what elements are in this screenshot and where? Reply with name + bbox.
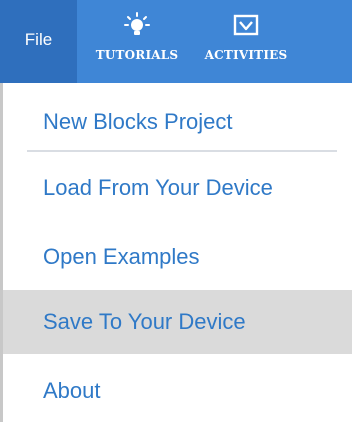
menu-item-about[interactable]: About: [3, 359, 352, 423]
file-menu-label: File: [24, 29, 53, 49]
menu-item-save-to-device[interactable]: Save To Your Device: [3, 290, 352, 354]
tutorials-label: TUTORIALS: [95, 48, 179, 62]
menu-item-label: Save To Your Device: [43, 309, 246, 334]
file-menu-button[interactable]: File: [0, 0, 77, 83]
menu-item-open-examples[interactable]: Open Examples: [3, 225, 352, 289]
tutorials-button[interactable]: TUTORIALS: [89, 0, 185, 83]
activities-button[interactable]: ACTIVITIES: [196, 0, 296, 83]
checkbox-icon: [233, 12, 259, 38]
menu-divider: [27, 150, 337, 152]
lightbulb-icon: [124, 12, 150, 38]
menu-item-load-from-device[interactable]: Load From Your Device: [3, 156, 352, 220]
menu-bar: File TUTORIALS ACTIVITIES: [0, 0, 352, 83]
menu-item-label: About: [43, 378, 101, 403]
menu-item-new-blocks-project[interactable]: New Blocks Project: [3, 90, 352, 154]
file-dropdown-menu: New Blocks Project Load From Your Device…: [0, 83, 352, 422]
menu-item-label: New Blocks Project: [43, 109, 233, 134]
menu-item-label: Open Examples: [43, 244, 200, 269]
activities-label: ACTIVITIES: [204, 48, 288, 62]
menu-item-label: Load From Your Device: [43, 175, 273, 200]
